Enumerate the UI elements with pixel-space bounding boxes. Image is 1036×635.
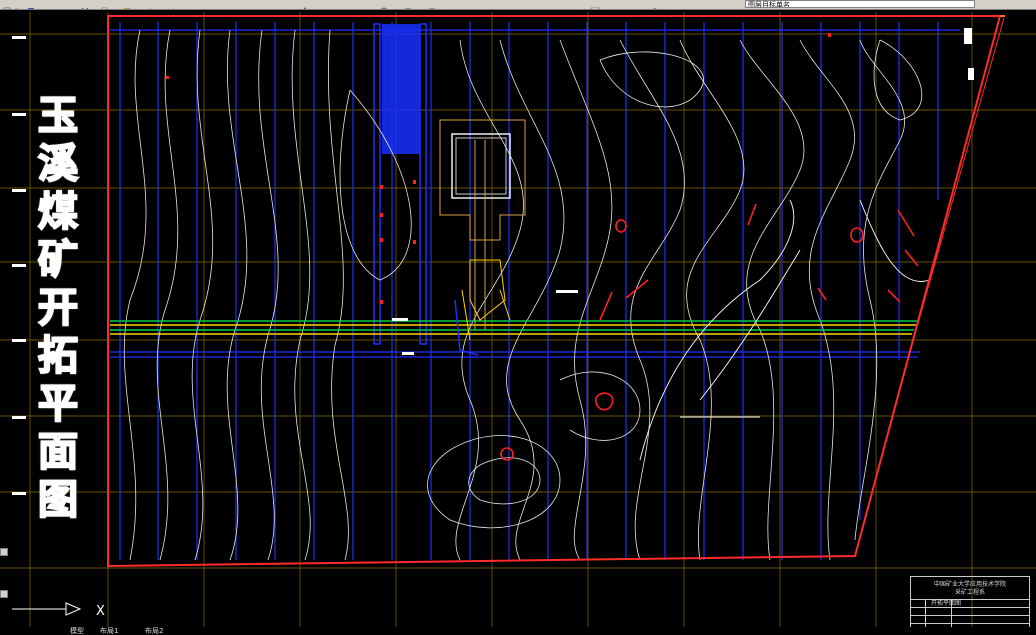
paste-icon[interactable] bbox=[122, 0, 132, 9]
title-char: 溪 bbox=[37, 139, 79, 188]
red-borehole-marks bbox=[166, 33, 831, 304]
scroll-handle[interactable] bbox=[0, 590, 8, 598]
annotation-marks bbox=[12, 28, 974, 495]
industrial-site bbox=[439, 119, 526, 356]
ucs-icon: X bbox=[12, 602, 105, 619]
title-char: 玉 bbox=[37, 91, 79, 140]
red-fault-marks bbox=[500, 203, 919, 461]
drawing-vertical-title: 玉 溪 煤 矿 开 拓 平 面 图 bbox=[30, 91, 86, 524]
zoom-window-icon[interactable] bbox=[404, 0, 414, 9]
layer-icon[interactable] bbox=[650, 0, 660, 9]
boundary-outer bbox=[909, 17, 1005, 353]
save-icon[interactable] bbox=[26, 0, 36, 9]
contour-lines bbox=[123, 29, 923, 561]
title-char: 面 bbox=[37, 427, 79, 476]
title-char: 图 bbox=[37, 475, 79, 524]
title-block-institution: 中国矿业大学应用技术学院 bbox=[933, 581, 1006, 588]
title-block-drawing-name: 开拓平面图 bbox=[931, 600, 962, 607]
tab-layout2[interactable]: 布局2 bbox=[145, 627, 163, 635]
cad-toolbar: 图层目标单名 bbox=[0, 0, 1036, 10]
redo-icon[interactable] bbox=[166, 0, 176, 9]
title-block-department: 采矿工程系 bbox=[954, 589, 985, 596]
ucs-x-label: X bbox=[96, 604, 105, 619]
layout-tabs-bar: 模型 布局1 布局2 bbox=[0, 627, 1036, 635]
blue-panel-lines bbox=[110, 22, 960, 560]
new-icon[interactable] bbox=[2, 0, 12, 9]
title-char: 拓 bbox=[37, 331, 79, 380]
title-char: 开 bbox=[37, 283, 79, 332]
cut-icon[interactable] bbox=[80, 0, 90, 9]
main-roadways bbox=[110, 320, 918, 335]
zoom-icon[interactable] bbox=[380, 0, 390, 9]
layer-dropdown[interactable]: 图层目标单名 bbox=[745, 0, 975, 8]
open-icon[interactable] bbox=[14, 0, 24, 9]
title-block: 中国矿业大学应用技术学院 采矿工程系 开拓平面图 bbox=[910, 576, 1030, 632]
pan-icon[interactable] bbox=[300, 0, 310, 9]
print-icon[interactable] bbox=[44, 0, 54, 8]
zoom-previous-icon[interactable] bbox=[428, 0, 438, 9]
tab-model[interactable]: 模型 bbox=[70, 627, 84, 635]
title-char: 煤 bbox=[37, 187, 79, 236]
copy-icon[interactable] bbox=[100, 0, 110, 9]
mined-area-block bbox=[373, 23, 427, 345]
tab-layout1[interactable]: 布局1 bbox=[100, 627, 118, 635]
undo-icon[interactable] bbox=[148, 0, 158, 9]
drawing-canvas[interactable] bbox=[0, 10, 1036, 627]
title-char: 矿 bbox=[37, 235, 79, 284]
chevron-down-icon[interactable] bbox=[980, 0, 990, 8]
properties-icon[interactable] bbox=[590, 0, 600, 9]
title-char: 平 bbox=[37, 379, 79, 428]
scroll-up-icon[interactable] bbox=[0, 548, 8, 556]
